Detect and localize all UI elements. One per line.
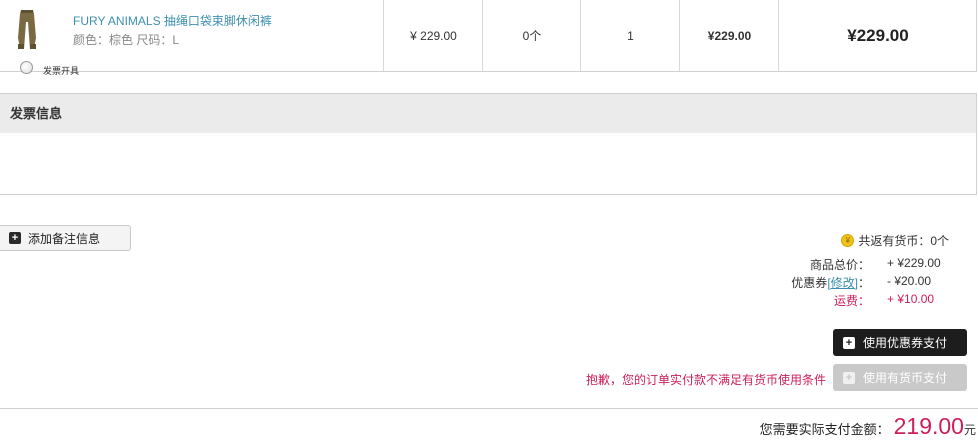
add-note-label: 添加备注信息: [28, 231, 101, 246]
coupon-value: - ¥20.00: [887, 274, 932, 288]
payment-amount: 219.00: [893, 413, 964, 439]
product-thumbnail[interactable]: [14, 8, 40, 52]
plus-icon: +: [843, 371, 855, 384]
coupon-pay-button[interactable]: + 使用优惠券支付: [833, 329, 967, 356]
payment-total: 您需要实际支付金额： 219.00 元: [760, 413, 976, 440]
coins-return-text: 共返有货币：0个: [858, 234, 949, 248]
order-item-row: FURY ANIMALS 抽绳口袋束脚休闲裤 颜色：棕色 尺码：L ¥ 229.…: [0, 0, 977, 72]
payment-unit: 元: [963, 423, 976, 437]
coupon-colon: ：: [857, 276, 870, 290]
coupon-edit-link[interactable]: [修改]: [827, 276, 858, 290]
coupon-label-group: 优惠券[修改]：: [791, 274, 870, 291]
goods-total-value: + ¥229.00: [887, 256, 941, 270]
add-note-button[interactable]: + 添加备注信息: [0, 225, 131, 251]
coins-pay-label: 使用有货币支付: [863, 371, 948, 385]
invoice-option-label[interactable]: 发票开具: [43, 64, 79, 77]
item-subtotal: ¥229.00: [679, 0, 779, 71]
unit-price: ¥ 229.00: [383, 0, 483, 71]
product-attributes: 颜色：棕色 尺码：L: [73, 33, 180, 47]
invoice-section: 发票信息: [0, 93, 977, 195]
coin-icon: ¥: [841, 234, 855, 247]
divider: [0, 408, 978, 409]
item-total: ¥229.00: [778, 0, 977, 71]
shipping-value: + ¥10.00: [887, 292, 935, 306]
quantity: 1: [580, 0, 680, 71]
plus-icon: +: [843, 336, 855, 349]
coupon-label: 优惠券: [791, 276, 828, 290]
coins-pay-button[interactable]: + 使用有货币支付: [833, 364, 967, 391]
shipping-label: 运费：: [833, 294, 870, 308]
payment-label: 您需要实际支付金额：: [759, 422, 890, 437]
invoice-radio[interactable]: [20, 61, 33, 74]
goods-total-label: 商品总价：: [809, 258, 870, 272]
product-name-link[interactable]: FURY ANIMALS 抽绳口袋束脚休闲裤: [73, 12, 272, 29]
coins-earned: 0个: [482, 0, 581, 71]
coupon-pay-label: 使用优惠券支付: [863, 336, 948, 350]
invoice-title: 发票信息: [0, 94, 976, 133]
plus-icon: +: [9, 232, 21, 244]
coins-warning-text: 抱歉，您的订单实付款不满足有货币使用条件: [585, 373, 826, 387]
coins-return-line: ¥ 共返有货币：0个: [841, 232, 949, 249]
